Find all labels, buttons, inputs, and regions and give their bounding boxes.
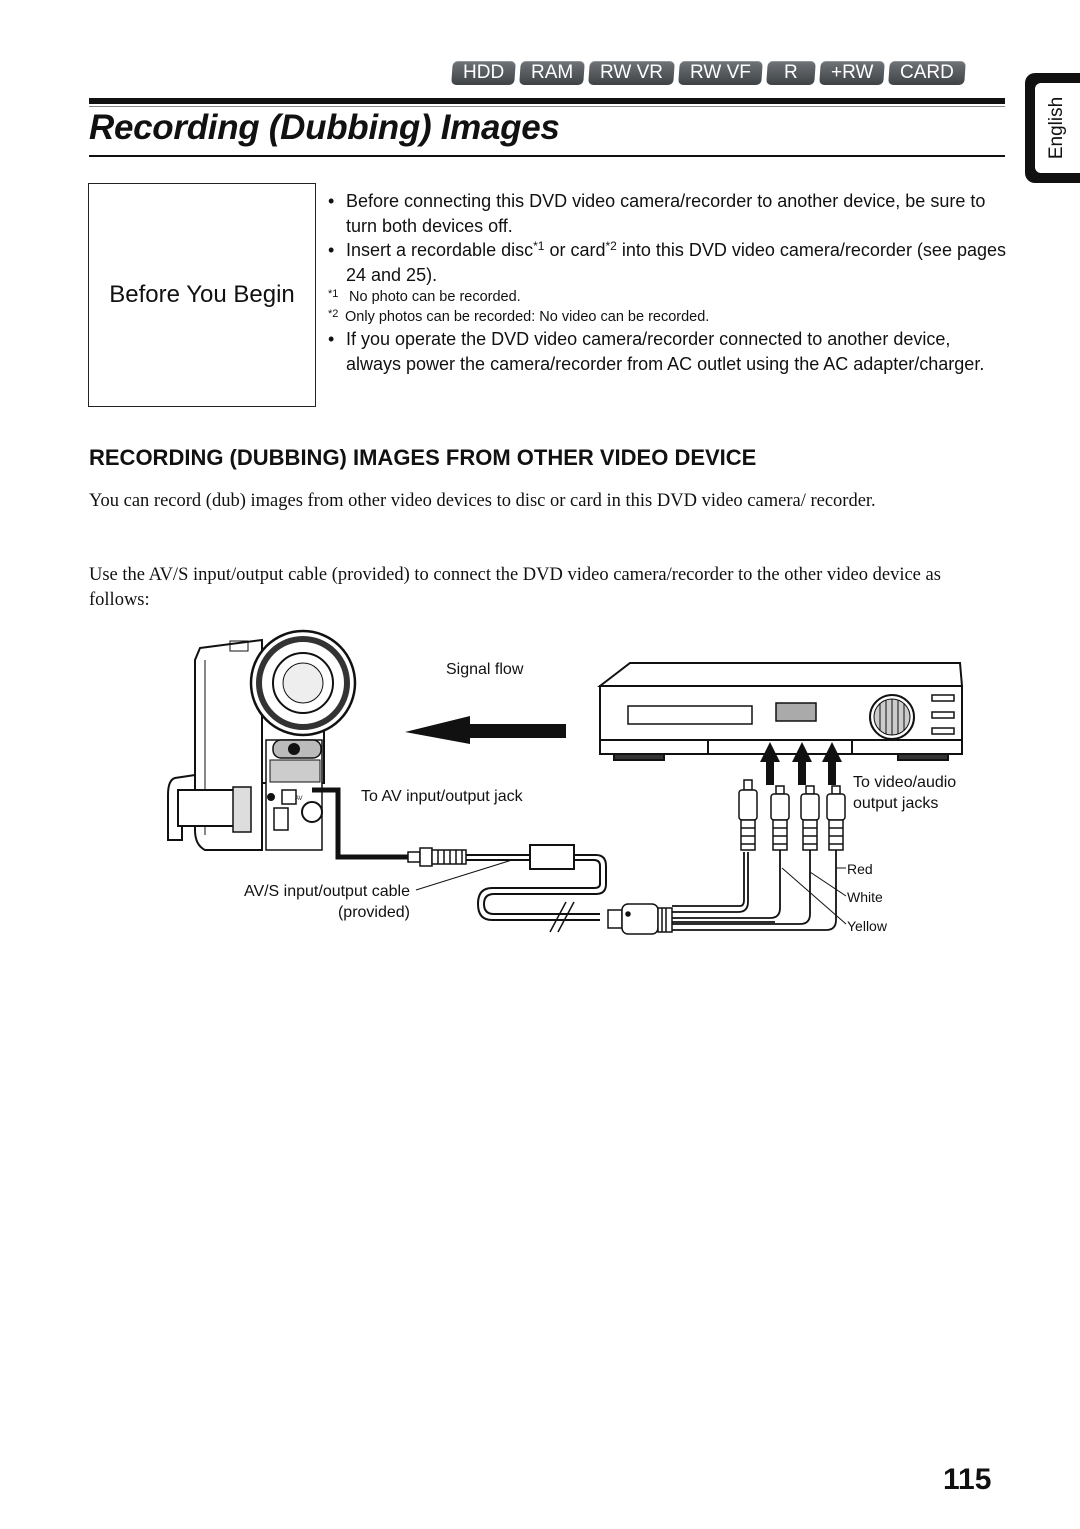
before-you-begin-list: Before connecting this DVD video camera/… (328, 189, 1008, 376)
color-leaders (781, 858, 847, 925)
page-title: Recording (Dubbing) Images (89, 108, 560, 147)
plug-label-yellow: Yellow (847, 918, 888, 934)
title-rule-top (89, 98, 1005, 107)
title-rule-bottom (89, 155, 1005, 157)
camera-illustration (167, 629, 357, 851)
rca-plug-red (770, 785, 790, 851)
paragraph-dub-intro: You can record (dub) images from other v… (89, 491, 876, 511)
cable-label-line-1: AV/S input/output cable (244, 883, 410, 900)
rca-wires (672, 850, 837, 931)
rca-plug-white (800, 785, 820, 851)
camera-av-marking: AV (295, 796, 303, 802)
device-jacks-label-line-2: output jacks (853, 795, 938, 812)
signal-up-arrows (760, 742, 842, 785)
badge-card: CARD (888, 61, 967, 85)
av-plug-camera-end (407, 847, 467, 867)
cable-label-leader (415, 859, 513, 891)
language-label: English (1046, 96, 1068, 160)
badge-ram: RAM (519, 61, 586, 85)
plug-label-red: Red (847, 861, 873, 877)
page-number: 115 (943, 1463, 992, 1496)
device-jacks-label-line-1: To video/audio (853, 774, 956, 791)
rca-plug-yellow (826, 785, 846, 851)
plug-label-white: White (847, 889, 883, 905)
badge-rw-vr: RW VR (588, 61, 676, 85)
signal-flow-label: Signal flow (446, 661, 524, 678)
av-multi-plug (607, 903, 673, 935)
s-video-plug (738, 779, 758, 851)
video-device-illustration (597, 662, 964, 761)
language-tab: English (1025, 73, 1080, 183)
before-you-begin-box: Before You Begin (88, 183, 316, 407)
footnote-1-mark: *1 (328, 288, 339, 300)
badge-r: R (766, 61, 816, 85)
cable-label-line-2: (provided) (338, 904, 410, 921)
av-jack-label: To AV input/output jack (361, 788, 524, 805)
bullet-insert-disc: Insert a recordable disc*1 or card*2 int… (328, 238, 1008, 287)
signal-flow-arrow (405, 716, 566, 744)
av-cable (466, 844, 607, 933)
footnote-2-mark: *2 (328, 308, 339, 320)
badge-rw-vf: RW VF (678, 61, 764, 85)
badge-hdd: HDD (451, 61, 517, 85)
footnote-1: *1 No photo can be recorded. (328, 287, 1008, 307)
bullet-ac-power: If you operate the DVD video camera/reco… (328, 327, 1008, 376)
badge-plus-rw: +RW (819, 61, 886, 85)
bullet-turn-off: Before connecting this DVD video camera/… (328, 189, 1008, 238)
before-you-begin-label: Before You Begin (109, 281, 295, 308)
section-heading: RECORDING (DUBBING) IMAGES FROM OTHER VI… (89, 445, 757, 470)
paragraph-cable-instructions: Use the AV/S input/output cable (provide… (89, 565, 941, 610)
camera-cable-line (312, 787, 408, 860)
footnote-2: *2 Only photos can be recorded: No video… (328, 307, 1008, 327)
media-badges: HDD RAM RW VR RW VF R +RW CARD (451, 61, 967, 85)
